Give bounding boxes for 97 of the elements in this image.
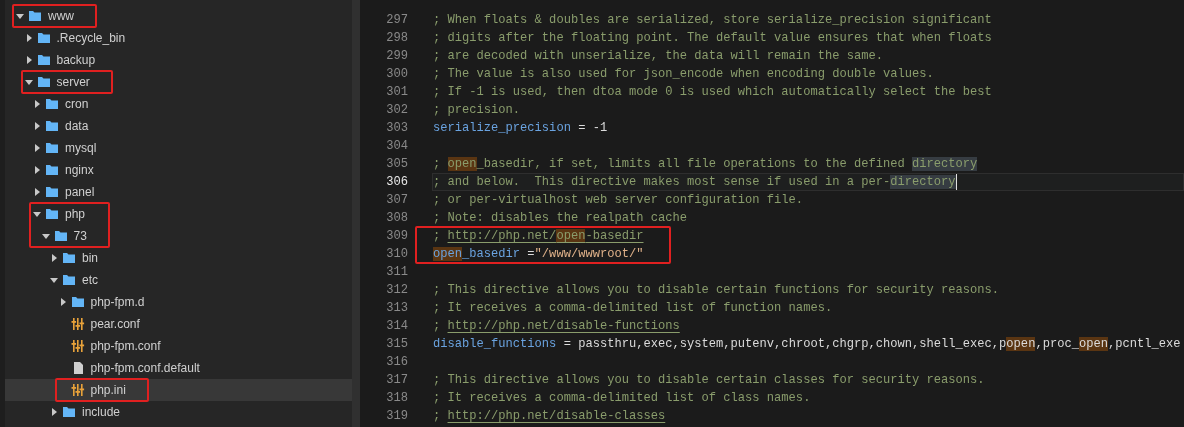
- settings-file-icon: [70, 318, 85, 330]
- settings-file-icon: [70, 384, 85, 396]
- tree-item[interactable]: php: [5, 203, 352, 225]
- tree-item[interactable]: 73: [5, 225, 352, 247]
- expand-arrow-icon[interactable]: [32, 121, 42, 131]
- tree-item[interactable]: mysql: [5, 137, 352, 159]
- line-number: 317: [385, 371, 409, 389]
- code-line: ; and below. This directive makes most sense if used in a per-directory: [433, 175, 957, 190]
- code-line: ; When floats & doubles are serialized, store serialize_precision significant: [433, 13, 992, 27]
- line-number: 318: [385, 389, 409, 407]
- line-number: 299: [385, 47, 409, 65]
- line-number: 316: [385, 353, 409, 371]
- expand-arrow-icon[interactable]: [32, 143, 42, 153]
- folder-icon: [45, 142, 59, 154]
- expand-arrow-icon[interactable]: [32, 187, 42, 197]
- folder-icon: [70, 296, 85, 308]
- code-line: ; The value is also used for json_encode when encoding double values.: [433, 67, 934, 81]
- code-line: ; http://php.net/open-basedir: [433, 229, 644, 243]
- line-number: 311: [385, 263, 409, 281]
- code-line: ; or per-virtualhost web server configuration file.: [433, 193, 804, 207]
- expand-arrow-icon[interactable]: [32, 99, 42, 109]
- code-line: ; This directive allows you to disable certain classes for security reasons.: [433, 373, 985, 387]
- collapse-arrow-icon[interactable]: [49, 275, 59, 285]
- line-number: 308: [385, 209, 409, 227]
- line-number: 313: [385, 299, 409, 317]
- folder-icon: [53, 230, 68, 242]
- code-line: ; If -1 is used, then dtoa mode 0 is used which automatically select the best: [433, 85, 992, 99]
- collapse-arrow-icon[interactable]: [40, 231, 51, 241]
- folder-icon: [28, 10, 42, 22]
- tree-item[interactable]: include: [5, 401, 352, 423]
- folder-icon: [45, 98, 59, 110]
- folder-icon: [36, 32, 51, 44]
- tree-item[interactable]: www: [5, 5, 352, 27]
- line-number: 298: [385, 29, 409, 47]
- line-number: 301: [385, 83, 409, 101]
- code-line: ; http://php.net/disable-classes: [433, 409, 666, 423]
- line-number: 303: [385, 119, 409, 137]
- tree-item[interactable]: pear.conf: [5, 313, 352, 335]
- tree-item[interactable]: php.ini: [5, 379, 352, 401]
- line-number: 309: [385, 227, 409, 245]
- folder-icon: [45, 164, 59, 176]
- code-line: ; open_basedir, if set, limits all file operations to the defined directory: [433, 157, 978, 171]
- tree-item[interactable]: cron: [5, 93, 352, 115]
- tree-item[interactable]: php-fpm.conf.default: [5, 357, 352, 379]
- line-number: 300: [385, 65, 409, 83]
- collapse-arrow-icon[interactable]: [15, 11, 25, 21]
- tree-item[interactable]: nginx: [5, 159, 352, 181]
- code-line: disable_functions = passthru,exec,system,putenv,chroot,chgrp,chown,shell_exec,popen,proc_open,pcntl_exe: [433, 337, 1181, 351]
- code-line: serialize_precision = -1: [433, 121, 608, 135]
- tree-item[interactable]: php-fpm.conf: [5, 335, 352, 357]
- code-link[interactable]: http://php.net/disable-classes: [447, 409, 666, 423]
- code-line: ; This directive allows you to disable certain functions for security reasons.: [433, 283, 1000, 297]
- expand-arrow-icon[interactable]: [49, 253, 59, 263]
- tree-item[interactable]: data: [5, 115, 352, 137]
- folder-icon: [36, 76, 51, 88]
- collapse-arrow-icon[interactable]: [32, 209, 42, 219]
- settings-file-icon: [70, 340, 85, 352]
- code-link[interactable]: http://php.net/open-basedir: [447, 229, 644, 243]
- code-line: ; It receives a comma-delimited list of function names.: [433, 301, 833, 315]
- code-line: ; It receives a comma-delimited list of class names.: [433, 391, 811, 405]
- line-number: 310: [385, 245, 409, 263]
- collapse-arrow-icon[interactable]: [23, 77, 34, 87]
- folder-icon: [62, 274, 76, 286]
- line-number: 319: [385, 407, 409, 425]
- tree-item[interactable]: php-fpm.d: [5, 291, 352, 313]
- line-number: 297: [385, 11, 409, 29]
- tree-item[interactable]: .Recycle_bin: [5, 27, 352, 49]
- code-line: open_basedir ="/www/wwwroot/": [433, 247, 644, 261]
- folder-icon: [62, 406, 76, 418]
- folder-icon: [45, 208, 59, 220]
- code-line: ; digits after the floating point. The default value ensures that when floats: [433, 31, 992, 45]
- line-number: 315: [385, 335, 409, 353]
- line-number: 312: [385, 281, 409, 299]
- tree-item[interactable]: backup: [5, 49, 352, 71]
- line-number: 304: [385, 137, 409, 155]
- folder-icon: [62, 252, 76, 264]
- line-number: 305: [385, 155, 409, 173]
- line-number: 307: [385, 191, 409, 209]
- folder-icon: [45, 120, 59, 132]
- scrollbar[interactable]: [352, 0, 360, 427]
- line-number: 314: [385, 317, 409, 335]
- tree-item[interactable]: server: [5, 71, 352, 93]
- tree-item[interactable]: panel: [5, 181, 352, 203]
- tree-item[interactable]: etc: [5, 269, 352, 291]
- line-number: 302: [385, 101, 409, 119]
- code-link[interactable]: http://php.net/disable-functions: [447, 319, 680, 333]
- folder-icon: [36, 54, 51, 66]
- line-number: 306: [385, 173, 409, 191]
- code-line: ; http://php.net/disable-functions: [433, 319, 680, 333]
- tree-item[interactable]: bin: [5, 247, 352, 269]
- expand-arrow-icon[interactable]: [49, 407, 59, 417]
- text-cursor: [955, 174, 957, 190]
- folder-icon: [45, 186, 59, 198]
- code-line: ; Note: disables the realpath cache: [433, 211, 687, 225]
- code-line: ; precision.: [433, 103, 521, 117]
- expand-arrow-icon[interactable]: [32, 165, 42, 175]
- code-line: ; are decoded with unserialize, the data will remain the same.: [433, 49, 883, 63]
